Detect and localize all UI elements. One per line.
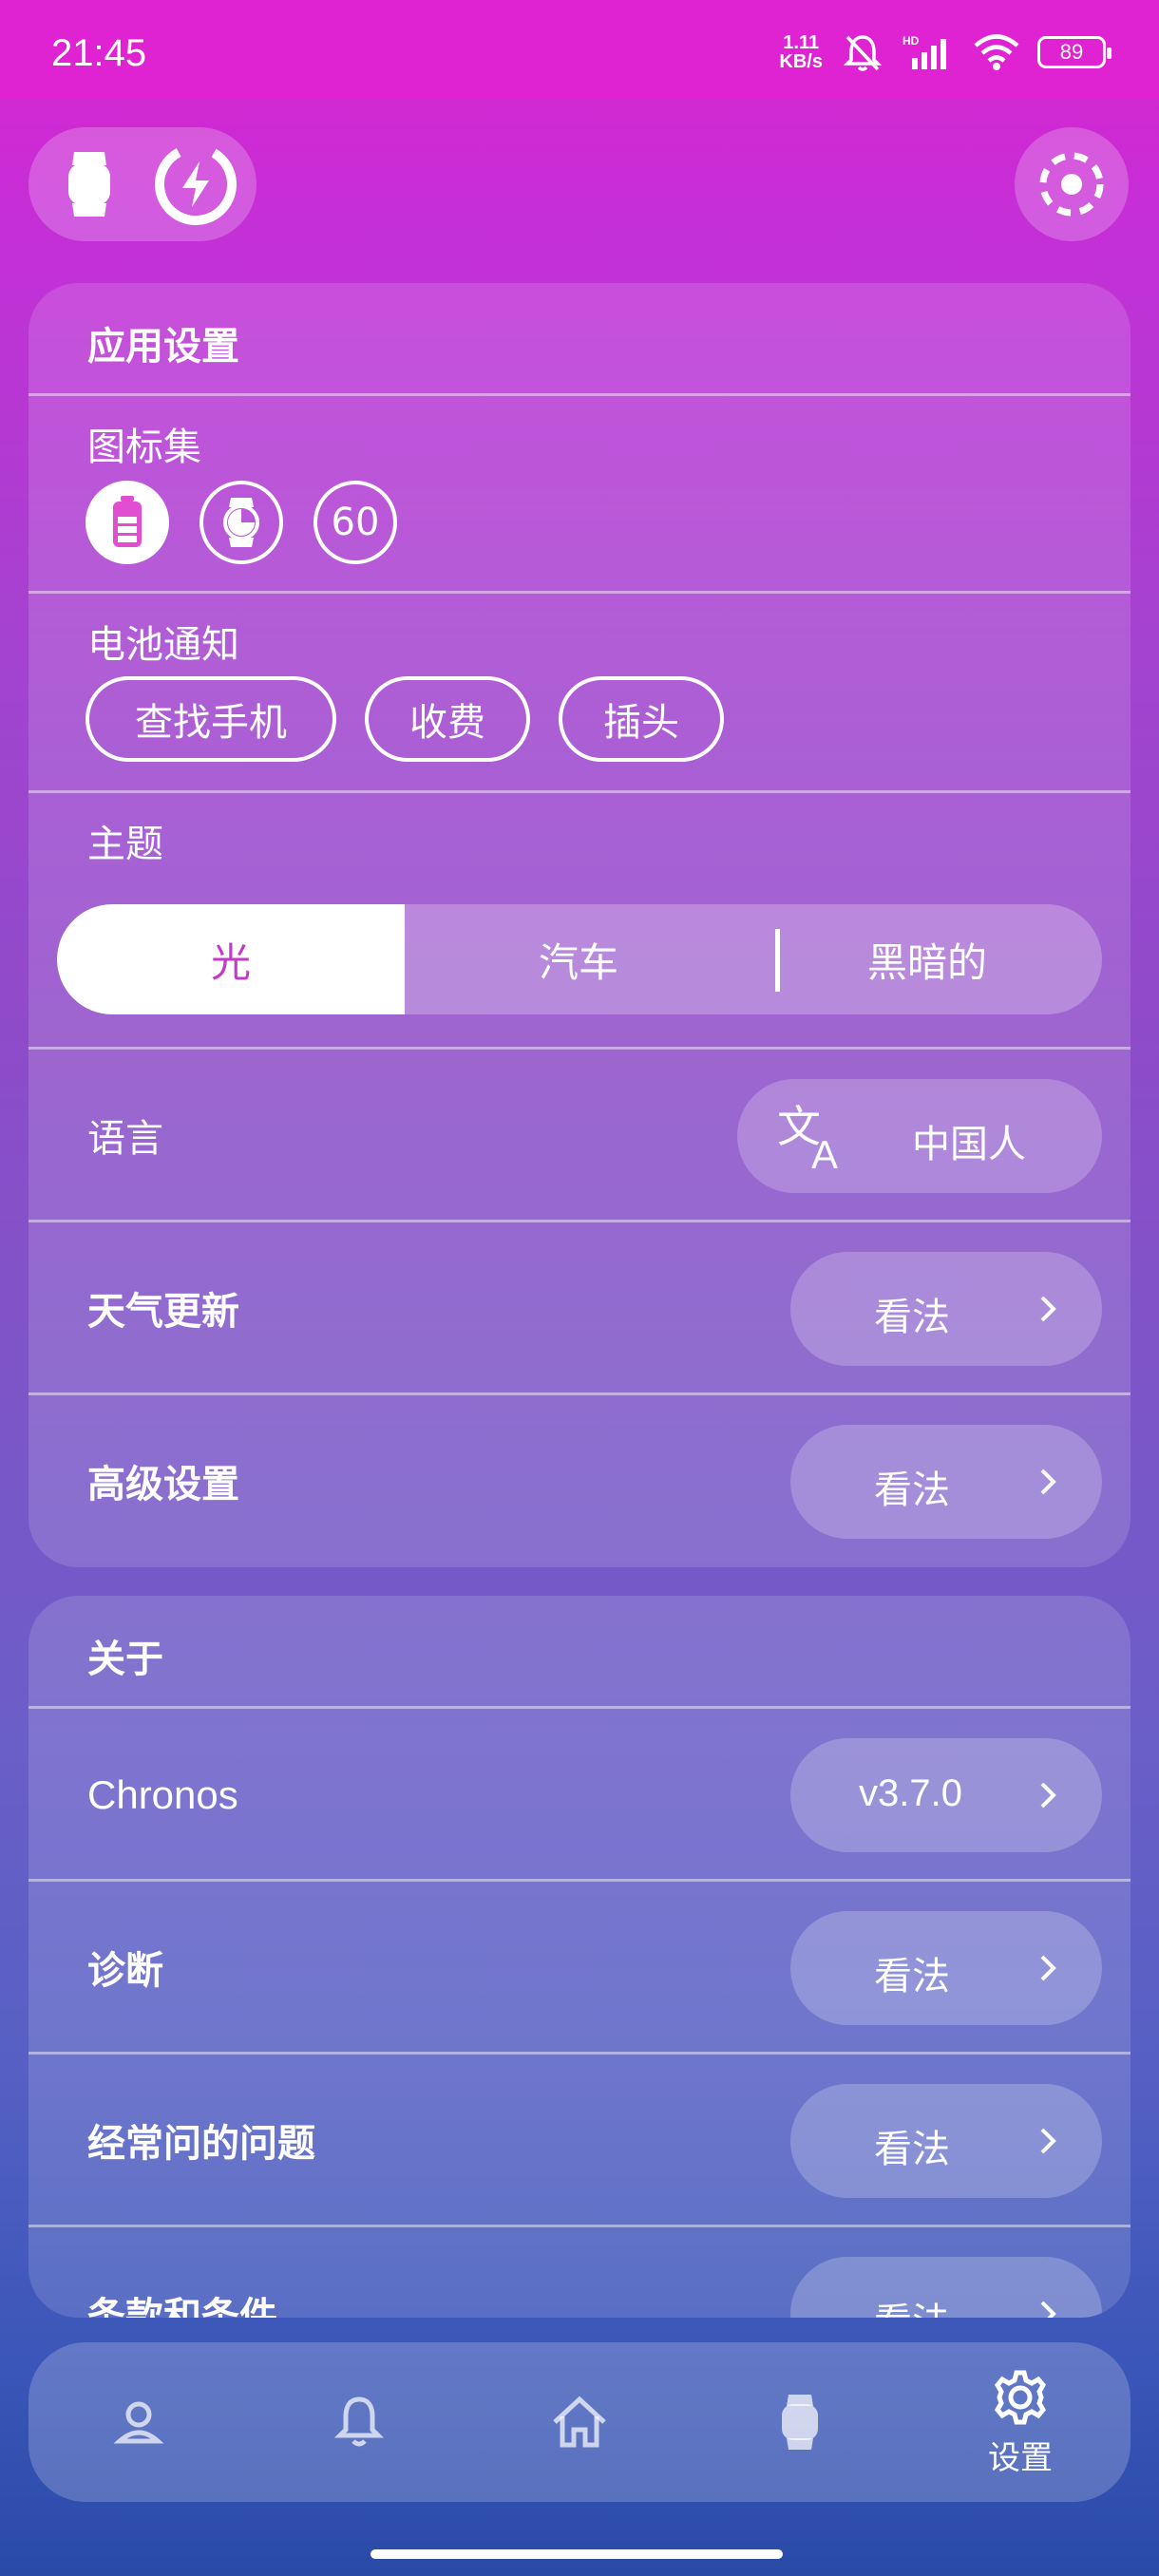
watch-icon: [782, 2395, 818, 2450]
nav-item-watch[interactable]: [743, 2342, 857, 2502]
weather-update-button[interactable]: 看法: [790, 1252, 1102, 1366]
section-title-about: 关于: [87, 1638, 163, 1681]
app-name: Chronos: [87, 1772, 238, 1817]
battery-notifications-label: 电池通知: [87, 623, 239, 667]
section-title-app-settings: 应用设置: [87, 325, 239, 369]
profile-icon: [113, 2401, 164, 2444]
theme-segmented-control: 光 汽车 黑暗的: [57, 904, 1102, 1014]
icon-set-option-number[interactable]: 60: [314, 481, 397, 564]
nav-item-notifications[interactable]: [302, 2342, 416, 2502]
nav-label-settings: 设置: [988, 2438, 1053, 2477]
theme-option-car[interactable]: 汽车: [405, 904, 752, 1014]
divider: [28, 591, 1130, 594]
faq-label: 经常问的问题: [87, 2122, 315, 2166]
theme-option-light[interactable]: 光: [57, 904, 405, 1014]
gear-icon: [994, 2370, 1047, 2424]
svg-text:HD: HD: [902, 34, 920, 47]
divider: [28, 2052, 1130, 2055]
translate-icon: 文 A: [777, 1101, 838, 1172]
signal-icon: HD: [902, 34, 946, 69]
version-button[interactable]: v3.7.0: [790, 1738, 1102, 1852]
bell-icon: [333, 2396, 385, 2447]
chip-find-phone[interactable]: 查找手机: [86, 676, 336, 762]
charging-icon: [155, 143, 237, 225]
watch-icon: [68, 152, 110, 217]
divider: [28, 790, 1130, 793]
chevron-right-icon: [1040, 1468, 1056, 1495]
about-card: 关于 Chronos v3.7.0 诊断 看法 经常问的问题 看法 条款和条件 …: [28, 1596, 1130, 2318]
diagnostics-label: 诊断: [87, 1949, 163, 1993]
divider: [28, 1879, 1130, 1882]
status-bar: 21:45 1.11 KB/s HD 89: [0, 0, 1159, 99]
divider: [28, 393, 1130, 396]
chevron-right-icon: [1040, 1782, 1056, 1809]
divider: [28, 2225, 1130, 2227]
divider: [28, 1220, 1130, 1222]
language-value: 中国人: [912, 1123, 1026, 1166]
language-selector[interactable]: 文 A 中国人: [737, 1079, 1102, 1193]
divider: [28, 1392, 1130, 1395]
advanced-settings-label: 高级设置: [87, 1463, 239, 1506]
bell-muted-icon: [843, 35, 883, 71]
home-indicator[interactable]: [370, 2549, 783, 2559]
chip-plug[interactable]: 插头: [559, 676, 724, 762]
bottom-navigation: 设置: [28, 2342, 1130, 2502]
terms-button-label: 看法: [874, 2291, 950, 2318]
chevron-right-icon: [1040, 1955, 1056, 1981]
sync-button[interactable]: [1015, 127, 1129, 241]
advanced-settings-button-label: 看法: [874, 1468, 950, 1512]
chip-charge[interactable]: 收费: [365, 676, 530, 762]
app-settings-card: 应用设置 图标集 60 电池通知 查找手机 收费 插头 主题 光 汽车 黑暗的 …: [28, 283, 1130, 1567]
wifi-icon: [974, 34, 1019, 70]
loading-ring-icon: [1039, 152, 1104, 217]
status-time: 21:45: [51, 32, 147, 74]
nav-item-home[interactable]: [522, 2342, 636, 2502]
advanced-settings-button[interactable]: 看法: [790, 1425, 1102, 1539]
terms-label: 条款和条件: [87, 2295, 277, 2318]
faq-button-label: 看法: [874, 2128, 950, 2171]
nav-item-profile[interactable]: [82, 2342, 196, 2502]
icon-set-option-watch[interactable]: [200, 481, 283, 564]
home-icon: [553, 2396, 606, 2448]
terms-button[interactable]: 看法: [790, 2257, 1102, 2318]
battery-icon: [113, 496, 142, 547]
network-speed: 1.11 KB/s: [779, 32, 823, 72]
chevron-right-icon: [1040, 1296, 1056, 1322]
chevron-right-icon: [1040, 2128, 1056, 2154]
diagnostics-button[interactable]: 看法: [790, 1911, 1102, 2025]
faq-button[interactable]: 看法: [790, 2084, 1102, 2198]
nav-item-settings[interactable]: 设置: [963, 2342, 1077, 2502]
icon-set-label: 图标集: [87, 426, 201, 469]
theme-label: 主题: [87, 823, 163, 866]
language-label: 语言: [87, 1117, 163, 1161]
watch-face-icon: [223, 498, 259, 547]
weather-update-button-label: 看法: [874, 1296, 950, 1339]
icon-set-option-battery[interactable]: [86, 481, 169, 564]
svg-text:A: A: [811, 1132, 838, 1172]
diagnostics-button-label: 看法: [874, 1955, 950, 1998]
device-status-pill[interactable]: [28, 127, 256, 241]
chevron-right-icon: [1040, 2301, 1056, 2318]
version-value: v3.7.0: [859, 1772, 962, 1814]
battery-indicator: 89: [1037, 36, 1112, 68]
status-icons: 1.11 KB/s HD 89: [779, 28, 1112, 76]
divider: [28, 1047, 1130, 1050]
divider: [28, 1706, 1130, 1709]
theme-option-dark[interactable]: 黑暗的: [752, 904, 1102, 1014]
weather-update-label: 天气更新: [87, 1290, 239, 1334]
